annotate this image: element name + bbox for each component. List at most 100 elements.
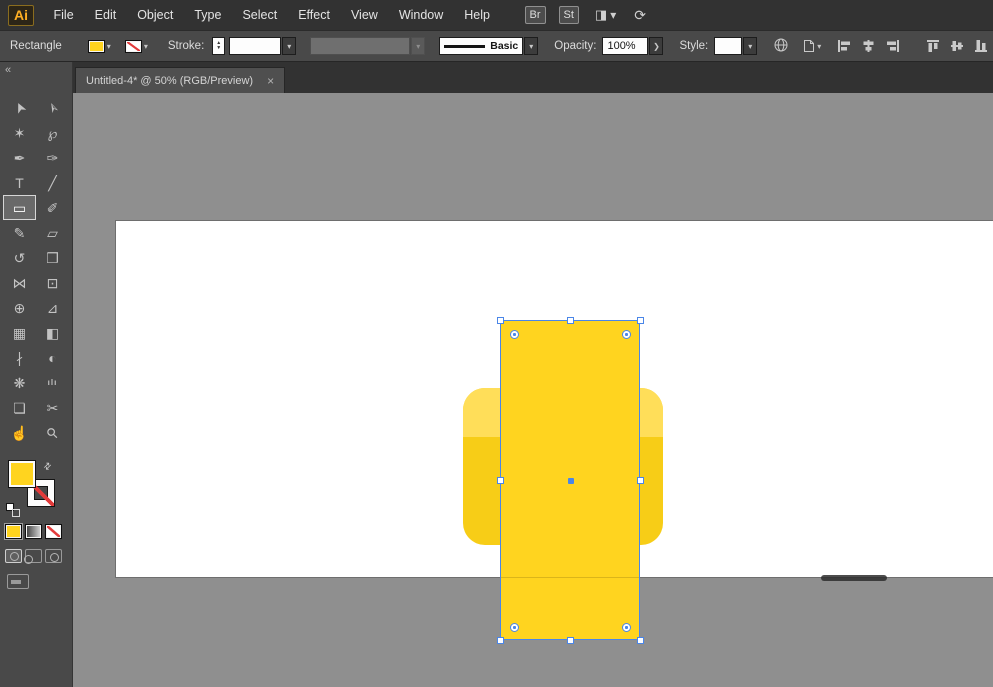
- align-bottom-icon[interactable]: [974, 39, 989, 53]
- curvature-tool[interactable]: ✑: [36, 145, 69, 170]
- selection-handle-left[interactable]: [497, 477, 504, 484]
- canvas-area[interactable]: [73, 93, 993, 687]
- opacity-combo[interactable]: 100% ❯: [602, 37, 663, 55]
- eraser-tool[interactable]: ▱: [36, 220, 69, 245]
- stepper-down-icon[interactable]: ▼: [216, 46, 221, 51]
- draw-behind-button[interactable]: [25, 549, 42, 563]
- direct-selection-tool[interactable]: ➣: [36, 95, 69, 120]
- stroke-style-dropdown-icon[interactable]: ▾: [524, 37, 538, 55]
- opacity-dropdown-icon[interactable]: ❯: [649, 37, 663, 55]
- recolor-artwork-button[interactable]: [773, 37, 789, 56]
- corner-widget-bottom-left[interactable]: [510, 623, 519, 632]
- stroke-color-swatch[interactable]: [125, 40, 142, 53]
- none-button[interactable]: [45, 524, 62, 539]
- width-tool[interactable]: ⋈: [3, 270, 36, 295]
- default-fill-stroke-icon[interactable]: [6, 503, 20, 517]
- style-combo[interactable]: ▾: [714, 37, 757, 55]
- mesh-tool[interactable]: ▦: [3, 320, 36, 345]
- scale-tool[interactable]: ❒: [36, 245, 69, 270]
- menu-help[interactable]: Help: [454, 8, 501, 22]
- align-left-icon[interactable]: [837, 39, 852, 53]
- style-value[interactable]: [714, 37, 742, 55]
- document-tab[interactable]: Untitled-4* @ 50% (RGB/Preview) ×: [75, 67, 285, 93]
- fill-chevron-icon[interactable]: ▾: [107, 42, 111, 51]
- paintbrush-tool-icon: ✐: [47, 201, 59, 215]
- stroke-chevron-icon[interactable]: ▾: [144, 42, 148, 51]
- symbol-sprayer-tool[interactable]: ❋: [3, 370, 36, 395]
- menu-select[interactable]: Select: [232, 8, 288, 22]
- app-logo[interactable]: Ai: [8, 5, 34, 26]
- paintbrush-tool[interactable]: ✐: [36, 195, 69, 220]
- selection-handle-top-left[interactable]: [497, 317, 504, 324]
- tab-close-icon[interactable]: ×: [267, 74, 274, 88]
- screen-mode-button[interactable]: [7, 574, 29, 589]
- selection-center-point[interactable]: [568, 478, 574, 484]
- blend-tool[interactable]: ◐: [36, 345, 69, 370]
- type-tool[interactable]: T: [3, 170, 36, 195]
- stroke-weight-combo[interactable]: ▾: [229, 37, 296, 55]
- zoom-tool[interactable]: ⚲: [36, 420, 69, 445]
- artboard-tool[interactable]: ❏: [3, 395, 36, 420]
- menu-effect[interactable]: Effect: [288, 8, 341, 22]
- menu-window[interactable]: Window: [388, 8, 453, 22]
- stroke-style-field[interactable]: Basic: [439, 37, 523, 55]
- selection-handle-top-right[interactable]: [637, 317, 644, 324]
- workspace-switcher[interactable]: ◨ ▾: [595, 7, 616, 23]
- stock-button[interactable]: St: [559, 6, 579, 24]
- menu-view[interactable]: View: [340, 8, 388, 22]
- rotate-tool[interactable]: ↺: [3, 245, 36, 270]
- column-graph-tool[interactable]: ılı: [36, 370, 69, 395]
- stroke-weight-dropdown-icon[interactable]: ▾: [282, 37, 296, 55]
- corner-widget-top-left[interactable]: [510, 330, 519, 339]
- eyedropper-tool[interactable]: ∤: [3, 345, 36, 370]
- pen-tool[interactable]: ✒: [3, 145, 36, 170]
- menu-file[interactable]: File: [43, 8, 84, 22]
- opacity-value[interactable]: 100%: [602, 37, 648, 55]
- selection-handle-bottom-right[interactable]: [637, 637, 644, 644]
- slice-tool[interactable]: ✂: [36, 395, 69, 420]
- free-transform-tool-icon: ⊡: [47, 276, 59, 290]
- draw-inside-button[interactable]: [45, 549, 62, 563]
- fill-color-swatch[interactable]: [88, 40, 105, 53]
- menu-type[interactable]: Type: [184, 8, 232, 22]
- selection-handle-bottom[interactable]: [567, 637, 574, 644]
- selection-tool[interactable]: ➤: [3, 95, 36, 120]
- free-transform-tool[interactable]: ⊡: [36, 270, 69, 295]
- align-vertical-center-icon[interactable]: [950, 39, 965, 53]
- align-right-icon[interactable]: [885, 39, 900, 53]
- gradient-tool[interactable]: ◧: [36, 320, 69, 345]
- selection-handle-right[interactable]: [637, 477, 644, 484]
- perspective-grid-tool-icon: ⊿: [47, 301, 59, 315]
- fill-swatch-large[interactable]: [8, 460, 36, 488]
- hand-tool[interactable]: ☝: [3, 420, 36, 445]
- stroke-style-combo[interactable]: Basic ▾: [439, 37, 538, 55]
- gradient-button[interactable]: [25, 524, 42, 539]
- selection-handle-top[interactable]: [567, 317, 574, 324]
- corner-widget-top-right[interactable]: [622, 330, 631, 339]
- pencil-tool[interactable]: ✎: [3, 220, 36, 245]
- menu-edit[interactable]: Edit: [84, 8, 127, 22]
- style-dropdown-icon[interactable]: ▾: [743, 37, 757, 55]
- stroke-weight-value[interactable]: [229, 37, 281, 55]
- menu-object[interactable]: Object: [127, 8, 184, 22]
- collapse-panel-icon[interactable]: «: [5, 64, 11, 76]
- magic-wand-tool[interactable]: ✶: [3, 120, 36, 145]
- align-top-icon[interactable]: [926, 39, 941, 53]
- draw-normal-button[interactable]: [5, 549, 22, 563]
- stroke-weight-stepper[interactable]: ▲ ▼: [212, 37, 225, 55]
- sync-button[interactable]: ⟳: [634, 7, 646, 24]
- perspective-grid-tool[interactable]: ⊿: [36, 295, 69, 320]
- opacity-label[interactable]: Opacity:: [554, 40, 596, 52]
- align-horizontal-center-icon[interactable]: [861, 39, 876, 53]
- shape-builder-tool[interactable]: ⊕: [3, 295, 36, 320]
- stroke-weight-label[interactable]: Stroke:: [168, 40, 204, 52]
- lasso-tool[interactable]: ℘: [36, 120, 69, 145]
- rectangle-tool[interactable]: ▭: [3, 195, 36, 220]
- color-button[interactable]: [5, 524, 22, 539]
- swap-fill-stroke-icon[interactable]: ⇄: [41, 460, 54, 473]
- document-setup-button[interactable]: ▾: [803, 39, 821, 53]
- corner-widget-bottom-right[interactable]: [622, 623, 631, 632]
- bridge-button[interactable]: Br: [525, 6, 546, 24]
- line-segment-tool[interactable]: ╱: [36, 170, 69, 195]
- selection-handle-bottom-left[interactable]: [497, 637, 504, 644]
